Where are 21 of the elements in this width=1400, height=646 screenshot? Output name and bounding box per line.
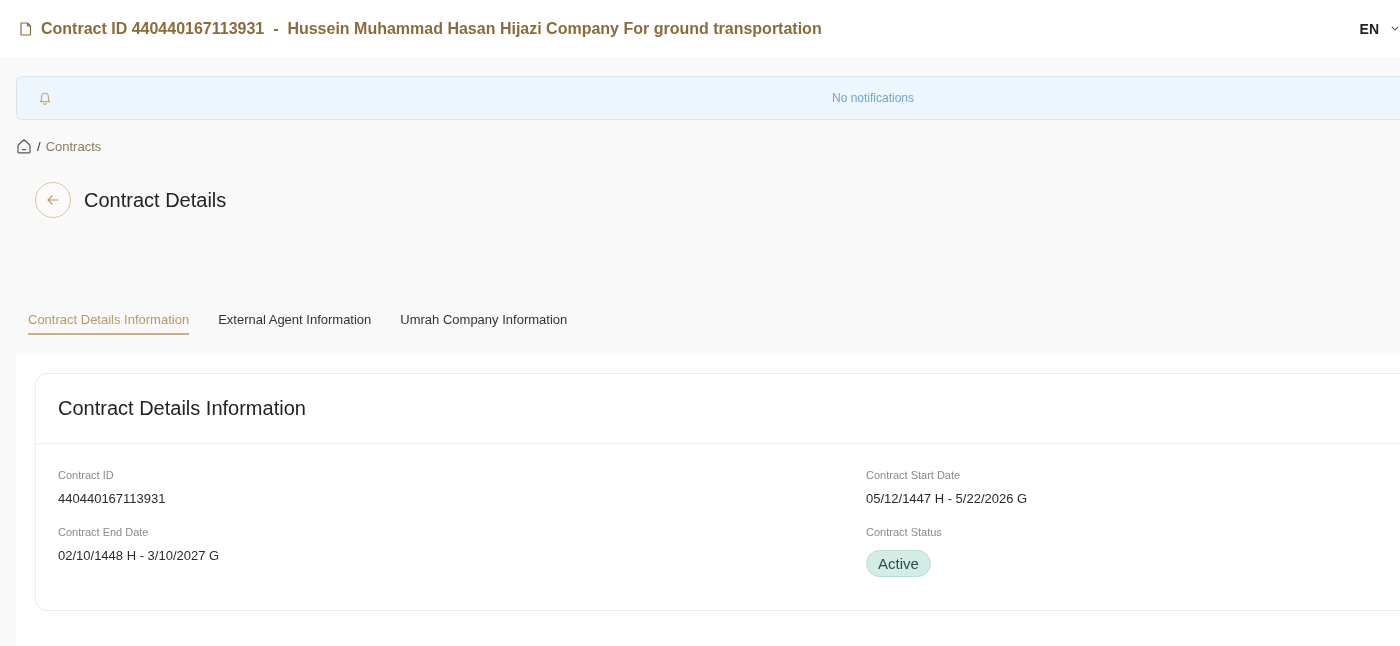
field-value: 440440167113931 [58,491,166,507]
section-title: Contract Details Information [58,397,306,420]
breadcrumb-link[interactable]: Contracts [45,138,102,154]
page-title: Contract Details [84,188,227,212]
contract-title: Contract ID 440440167113931 - Hussein Muhammad Hasan Hijazi Company For ground transportation [41,19,822,38]
language-button[interactable]: EN [1359,20,1379,37]
arrow-left-icon [47,195,59,205]
field-label: Contract ID [58,468,114,483]
home-icon[interactable] [16,138,32,154]
tab[interactable]: External Agent Information [218,311,372,335]
tab[interactable]: Umrah Company Information [400,311,568,335]
field-value: 02/10/1448 H - 3/10/2027 G [58,548,220,564]
field-value: 05/12/1447 H - 5/22/2026 G [866,491,1028,507]
chevron-down-icon[interactable] [1391,26,1399,31]
notification-message: No notifications [832,91,915,105]
field-label: Contract Status [866,525,942,540]
field-label: Contract Start Date [866,468,961,483]
field-label: Contract End Date [58,525,149,540]
status-badge: Active [866,550,931,577]
document-icon [20,21,32,36]
breadcrumb-separator: / [37,138,41,154]
